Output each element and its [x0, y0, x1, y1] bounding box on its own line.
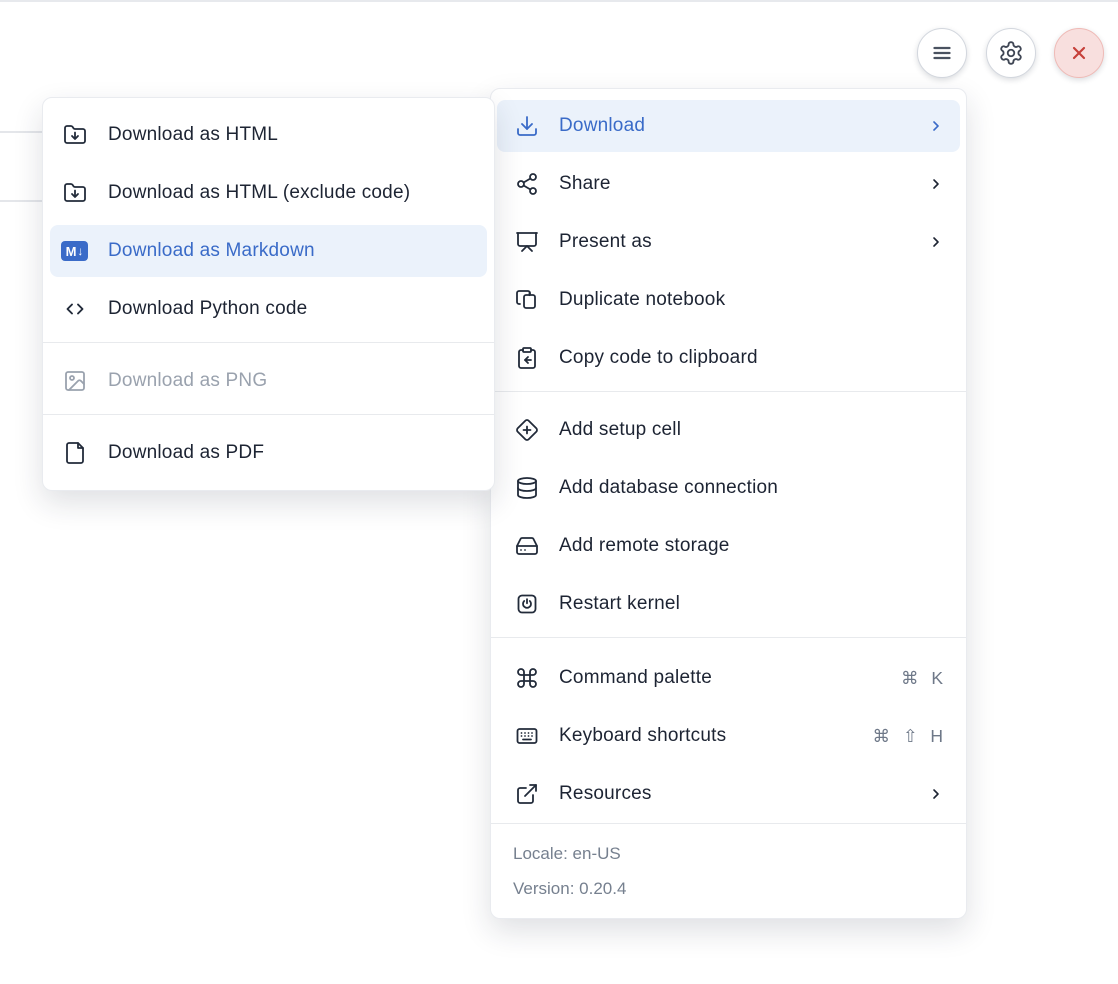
menu-item-label: Share: [559, 173, 909, 195]
menu-item-label: Add database connection: [559, 477, 944, 499]
menu-separator: [491, 391, 966, 392]
menu-item-share[interactable]: Share: [491, 155, 966, 213]
database-icon: [513, 476, 540, 500]
share-icon: [513, 172, 540, 196]
menu-item-present-as[interactable]: Present as: [491, 213, 966, 271]
menu-item-duplicate-notebook[interactable]: Duplicate notebook: [491, 271, 966, 329]
menu-item-add-database-connection[interactable]: Add database connection: [491, 459, 966, 517]
menu-separator: [43, 342, 494, 343]
menu-item-label: Add setup cell: [559, 419, 944, 441]
image-icon: [61, 369, 88, 393]
menu-item-add-remote-storage[interactable]: Add remote storage: [491, 517, 966, 575]
page-top-border: [0, 0, 1118, 2]
external-link-icon: [513, 782, 540, 806]
chevron-right-icon: [928, 118, 944, 134]
markdown-badge-icon: M ↓: [61, 239, 88, 263]
menu-item-label: Download as HTML: [108, 124, 476, 146]
menu-footer: Locale: en-US Version: 0.20.4: [491, 823, 966, 918]
close-x-icon: [1068, 42, 1090, 64]
menu-item-label: Copy code to clipboard: [559, 347, 944, 369]
menu-item-add-setup-cell[interactable]: Add setup cell: [491, 401, 966, 459]
code-icon: [61, 297, 88, 321]
menu-item-download-as-png: Download as PNG: [43, 352, 494, 410]
presentation-icon: [513, 230, 540, 254]
page-rule: [0, 131, 42, 133]
close-button[interactable]: [1054, 28, 1104, 78]
menu-item-resources[interactable]: Resources: [491, 765, 966, 823]
menu-item-label: Add remote storage: [559, 535, 944, 557]
hamburger-icon: [929, 40, 955, 66]
menu-item-keyboard-shortcuts[interactable]: Keyboard shortcuts ⌘ ⇧ H: [491, 707, 966, 765]
keyboard-icon: [513, 724, 540, 748]
menu-button[interactable]: [917, 28, 967, 78]
markdown-badge-arrow: ↓: [77, 244, 83, 258]
download-submenu: Download as HTML Download as HTML (exclu…: [42, 97, 495, 491]
menu-item-label: Duplicate notebook: [559, 289, 944, 311]
menu-item-label: Download as HTML (exclude code): [108, 182, 476, 204]
menu-separator: [43, 414, 494, 415]
menu-item-label: Download: [559, 115, 909, 137]
menu-separator: [491, 637, 966, 638]
menu-item-label: Download as PNG: [108, 370, 476, 392]
menu-item-restart-kernel[interactable]: Restart kernel: [491, 575, 966, 633]
hard-drive-icon: [513, 534, 540, 558]
file-icon: [61, 441, 88, 465]
menu-item-copy-code-to-clipboard[interactable]: Copy code to clipboard: [491, 329, 966, 387]
page-rule: [0, 200, 42, 202]
duplicate-icon: [513, 288, 540, 312]
menu-item-label: Download as Markdown: [108, 240, 476, 262]
menu-item-label: Keyboard shortcuts: [559, 725, 853, 747]
locale-text: Locale: en-US: [513, 836, 944, 871]
menu-item-download-as-html-exclude-code[interactable]: Download as HTML (exclude code): [43, 164, 494, 222]
version-text: Version: 0.20.4: [513, 871, 944, 906]
menu-item-label: Present as: [559, 231, 909, 253]
menu-item-command-palette[interactable]: Command palette ⌘ K: [491, 649, 966, 707]
chevron-right-icon: [928, 176, 944, 192]
gear-icon: [998, 40, 1024, 66]
menu-item-label: Restart kernel: [559, 593, 944, 615]
download-icon: [513, 114, 540, 138]
menu-item-download-as-pdf[interactable]: Download as PDF: [43, 424, 494, 482]
menu-item-label: Download Python code: [108, 298, 476, 320]
menu-item-label: Command palette: [559, 667, 882, 689]
clipboard-copy-icon: [513, 346, 540, 370]
menu-item-download[interactable]: Download: [497, 100, 960, 152]
shortcut-hint: ⌘ ⇧ H: [872, 726, 944, 747]
diamond-plus-icon: [513, 418, 540, 442]
notebook-actions-menu: Download Share Present as: [490, 88, 967, 919]
command-icon: [513, 666, 540, 690]
chevron-right-icon: [928, 786, 944, 802]
markdown-badge-letter: M: [66, 244, 77, 259]
folder-download-icon: [61, 181, 88, 205]
shortcut-hint: ⌘ K: [901, 668, 944, 689]
menu-item-download-python-code[interactable]: Download Python code: [43, 280, 494, 338]
power-icon: [513, 592, 540, 616]
menu-item-label: Resources: [559, 783, 909, 805]
settings-button[interactable]: [986, 28, 1036, 78]
menu-item-download-as-markdown[interactable]: M ↓ Download as Markdown: [50, 225, 487, 277]
menu-item-label: Download as PDF: [108, 442, 476, 464]
menu-item-download-as-html[interactable]: Download as HTML: [43, 106, 494, 164]
chevron-right-icon: [928, 234, 944, 250]
folder-download-icon: [61, 123, 88, 147]
